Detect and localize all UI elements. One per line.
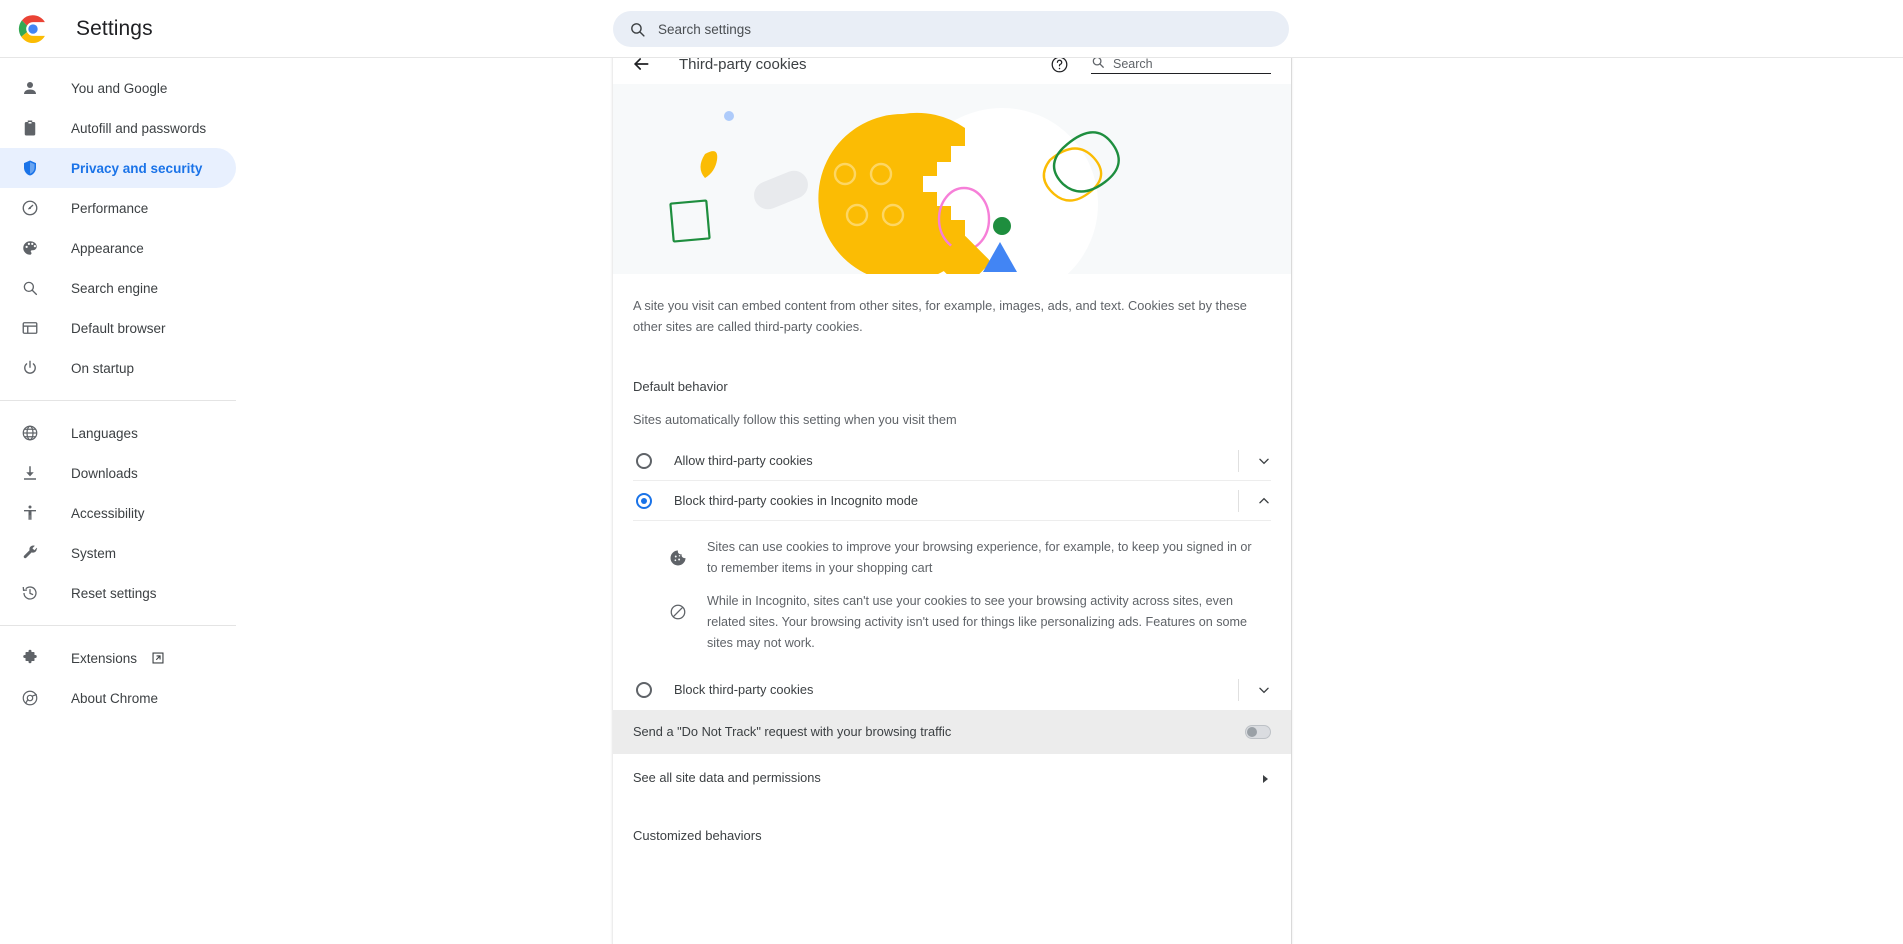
option-expanded-details: Sites can use cookies to improve your br… — [633, 521, 1271, 669]
sidebar-item-on-startup[interactable]: On startup — [0, 348, 236, 388]
block-icon — [669, 603, 687, 626]
sidebar-item-label: Search engine — [71, 280, 159, 296]
sidebar-item-system[interactable]: System — [0, 533, 236, 573]
sidebar-item-label: Performance — [71, 200, 149, 216]
sidebar-item-label: Autofill and passwords — [71, 120, 207, 136]
sidebar-item-you-and-google[interactable]: You and Google — [0, 68, 236, 108]
sidebar-item-label: On startup — [71, 360, 135, 376]
power-icon — [20, 358, 40, 378]
page-search-input[interactable] — [1113, 56, 1263, 71]
sidebar-nav: You and Google Autofill and passwords Pr… — [0, 58, 256, 944]
do-not-track-toggle[interactable] — [1245, 724, 1271, 739]
sidebar-item-performance[interactable]: Performance — [0, 188, 236, 228]
detail-cookies: Sites can use cookies to improve your br… — [669, 537, 1261, 579]
sidebar-item-label: Downloads — [71, 465, 138, 481]
sidebar-item-label: About Chrome — [71, 690, 159, 706]
default-behavior-title: Default behavior — [633, 379, 728, 395]
sidebar-item-label: Privacy and security — [71, 160, 203, 176]
sidebar-item-accessibility[interactable]: Accessibility — [0, 493, 236, 533]
detail-text: Sites can use cookies to improve your br… — [707, 540, 1252, 576]
sidebar-item-appearance[interactable]: Appearance — [0, 228, 236, 268]
chevron-up-icon[interactable] — [1257, 494, 1271, 508]
palette-icon — [20, 238, 40, 258]
radio-button[interactable] — [636, 681, 652, 698]
divider — [1238, 489, 1239, 512]
chrome-logo-icon — [18, 14, 48, 44]
divider — [1238, 678, 1239, 701]
sidebar-group-main: You and Google Autofill and passwords Pr… — [0, 68, 256, 388]
clipboard-icon — [20, 118, 40, 138]
download-icon — [20, 463, 40, 483]
speedometer-icon — [20, 198, 40, 218]
option-block-third-party-cookies-incognito[interactable]: Block third-party cookies in Incognito m… — [633, 481, 1271, 522]
chevron-down-icon[interactable] — [1257, 454, 1271, 468]
search-input[interactable] — [658, 21, 1218, 37]
sidebar-group-advanced: Languages Downloads Accessibility System — [0, 413, 256, 613]
customized-behaviors-title: Customized behaviors — [633, 827, 762, 843]
sidebar-item-privacy-and-security[interactable]: Privacy and security — [0, 148, 236, 188]
sidebar-item-extensions[interactable]: Extensions — [0, 638, 236, 678]
default-behavior-options: Allow third-party cookies Block third-pa… — [633, 441, 1271, 709]
detail-incognito: While in Incognito, sites can't use your… — [669, 591, 1261, 654]
see-all-site-data-row[interactable]: See all site data and permissions — [613, 754, 1291, 802]
cookie-icon — [669, 549, 687, 572]
option-label: Allow third-party cookies — [674, 453, 813, 469]
settings-search-box[interactable] — [613, 11, 1289, 47]
accessibility-icon — [20, 503, 40, 523]
sidebar-item-label: Default browser — [71, 320, 166, 336]
history-icon — [20, 583, 40, 603]
wrench-icon — [20, 543, 40, 563]
sidebar-item-label: Appearance — [71, 240, 144, 256]
search-icon — [20, 278, 40, 298]
third-party-cookies-illustration — [613, 84, 1291, 274]
sidebar-item-label: You and Google — [71, 80, 168, 96]
radio-button-selected[interactable] — [636, 492, 652, 509]
search-icon — [629, 21, 646, 38]
sidebar-group-footer: Extensions About Chrome — [0, 638, 256, 718]
sidebar-item-label: Reset settings — [71, 585, 157, 601]
sidebar-item-languages[interactable]: Languages — [0, 413, 236, 453]
puzzle-icon — [20, 648, 40, 668]
sidebar-item-reset-settings[interactable]: Reset settings — [0, 573, 236, 613]
page-title: Third-party cookies — [679, 55, 807, 73]
chevron-down-icon[interactable] — [1257, 683, 1271, 697]
sidebar-item-downloads[interactable]: Downloads — [0, 453, 236, 493]
chrome-outline-icon — [20, 688, 40, 708]
person-icon — [20, 78, 40, 98]
external-link-icon — [151, 651, 165, 665]
sidebar-item-autofill-and-passwords[interactable]: Autofill and passwords — [0, 108, 236, 148]
globe-icon — [20, 423, 40, 443]
option-collapse-control[interactable] — [1238, 488, 1271, 514]
default-behavior-subtitle: Sites automatically follow this setting … — [633, 412, 957, 428]
sidebar-item-label: Accessibility — [71, 505, 145, 521]
sidebar-item-label: Extensions — [71, 650, 138, 666]
detail-text: While in Incognito, sites can't use your… — [707, 594, 1248, 650]
option-expand-control[interactable] — [1238, 448, 1271, 474]
sidebar-item-about-chrome[interactable]: About Chrome — [0, 678, 236, 718]
do-not-track-label: Send a "Do Not Track" request with your … — [633, 724, 952, 740]
page-description: A site you visit can embed content from … — [633, 298, 1247, 334]
option-label: Block third-party cookies in Incognito m… — [674, 493, 918, 509]
sidebar-item-default-browser[interactable]: Default browser — [0, 308, 236, 348]
option-block-third-party-cookies[interactable]: Block third-party cookies — [633, 670, 1271, 710]
sidebar-item-label: System — [71, 545, 117, 561]
sidebar-item-search-engine[interactable]: Search engine — [0, 268, 236, 308]
divider — [1238, 449, 1239, 472]
radio-button[interactable] — [636, 452, 652, 469]
top-bar: Settings — [0, 0, 1903, 58]
option-expand-control[interactable] — [1238, 677, 1271, 703]
browser-window-icon — [20, 318, 40, 338]
sidebar-item-label: Languages — [71, 425, 138, 441]
option-allow-third-party-cookies[interactable]: Allow third-party cookies — [633, 441, 1271, 482]
see-all-site-data-label: See all site data and permissions — [633, 770, 821, 786]
sidebar-divider — [0, 625, 236, 626]
app-title: Settings — [76, 16, 153, 40]
chevron-right-icon[interactable] — [1259, 772, 1271, 784]
settings-content-panel: Third-party cookies Search A site you vi… — [612, 44, 1292, 944]
option-label: Block third-party cookies — [674, 682, 814, 698]
shield-icon — [20, 158, 40, 178]
do-not-track-row[interactable]: Send a "Do Not Track" request with your … — [613, 709, 1291, 754]
sidebar-divider — [0, 400, 236, 401]
